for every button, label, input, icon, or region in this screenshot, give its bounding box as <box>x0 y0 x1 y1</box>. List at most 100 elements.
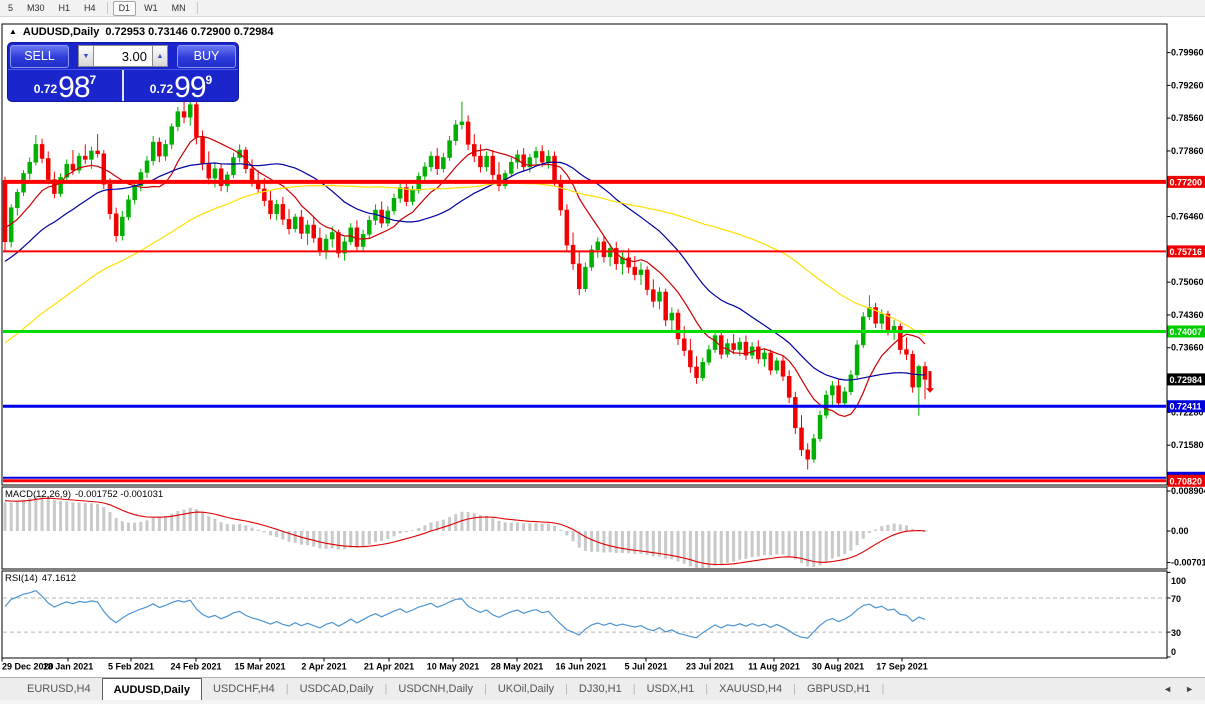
timeframe-button-d1[interactable]: D1 <box>113 1 137 16</box>
candle-body <box>194 105 198 138</box>
candle-body <box>800 428 804 450</box>
rsi-value: 47.1612 <box>42 573 76 584</box>
timeframe-button-mn[interactable]: MN <box>166 1 192 16</box>
candle-body <box>324 239 328 251</box>
volume-decrease-button[interactable]: ▼ <box>78 45 94 67</box>
timeframe-button-5[interactable]: 5 <box>2 1 19 16</box>
candle-body <box>676 313 680 339</box>
sell-button[interactable]: SELL <box>10 45 69 68</box>
volume-increase-button[interactable]: ▲ <box>152 45 168 67</box>
candle-body <box>170 127 174 145</box>
timeframe-button-m30[interactable]: M30 <box>21 1 51 16</box>
macd-bar <box>788 531 791 556</box>
chart-tab-eurusd-h4[interactable]: EURUSD,H4 <box>16 678 102 700</box>
timeframe-button-h4[interactable]: H4 <box>78 1 102 16</box>
macd-bar <box>47 497 50 531</box>
candle-body <box>207 163 211 178</box>
trade-panel-controls: SELL ▼ 3.00 ▲ BUY <box>8 43 238 69</box>
chevron-up-icon: ▲ <box>157 53 164 60</box>
chart-title: ▲ AUDUSD,Daily 0.72953 0.73146 0.72900 0… <box>9 26 274 38</box>
date-label: 5 Feb 2021 <box>108 662 154 672</box>
candle-body <box>837 386 841 403</box>
macd-bar <box>201 512 204 531</box>
macd-bar <box>226 524 229 531</box>
macd-tick-label: 0.00 <box>1171 526 1189 536</box>
time-axis: 29 Dec 202018 Jan 20215 Feb 202124 Feb 2… <box>2 658 928 672</box>
macd-bar <box>806 531 809 566</box>
collapse-triangle-icon[interactable]: ▲ <box>9 28 17 36</box>
candle-body <box>312 225 316 238</box>
macd-bar <box>121 521 124 531</box>
candle-body <box>145 161 149 173</box>
chart-tab-xauusd-h4[interactable]: XAUUSD,H4 <box>708 678 793 700</box>
chart-tab-usdcnh-daily[interactable]: USDCNH,Daily <box>387 678 484 700</box>
timeframe-button-h1[interactable]: H1 <box>53 1 77 16</box>
macd-bar <box>355 531 358 548</box>
macd-bar <box>837 531 840 557</box>
candle-body <box>201 137 205 163</box>
price-tick-label: 0.71580 <box>1171 440 1204 450</box>
macd-bar <box>78 502 81 531</box>
macd-bar <box>10 502 13 531</box>
price-tick-label: 0.79260 <box>1171 80 1204 90</box>
macd-bar <box>781 531 784 555</box>
macd-bar <box>331 531 334 548</box>
chart-tab-usdcad-daily[interactable]: USDCAD,Daily <box>289 678 385 700</box>
tabs-scroll-right-icon[interactable]: ► <box>1185 684 1194 694</box>
candle-body <box>904 350 908 355</box>
chart-tab-bar: EURUSD,H4AUDUSD,DailyUSDCHF,H4 | USDCAD,Da… <box>0 677 1205 700</box>
macd-bar <box>825 531 828 562</box>
macd-bar <box>831 531 834 559</box>
candle-body <box>293 217 297 229</box>
price-chart: 0.799600.792600.785600.778600.764600.750… <box>0 17 1205 677</box>
candle-body <box>596 242 600 250</box>
macd-bar <box>71 502 74 531</box>
candle-body <box>250 169 254 181</box>
candle-body <box>491 156 495 175</box>
macd-bar <box>763 531 766 555</box>
candle-body <box>590 250 594 267</box>
candle-body <box>454 125 458 141</box>
sell-price-big-digits: 98 <box>58 75 89 100</box>
tab-divider: | <box>882 678 885 700</box>
macd-bar <box>473 513 476 531</box>
chart-tab-dj30-h1[interactable]: DJ30,H1 <box>568 678 633 700</box>
candle-body <box>571 245 575 264</box>
candle-body <box>701 362 705 377</box>
macd-bar <box>22 500 25 531</box>
chart-tab-ukoil-daily[interactable]: UKOil,Daily <box>487 678 565 700</box>
candle-body <box>559 181 563 210</box>
chart-tab-usdchf-h4[interactable]: USDCHF,H4 <box>202 678 286 700</box>
candle-body <box>756 347 760 359</box>
chart-tab-usdx-h1[interactable]: USDX,H1 <box>636 678 706 700</box>
macd-bar <box>244 525 247 531</box>
sell-price-display[interactable]: 0.72 98 7 <box>8 70 122 101</box>
volume-stepper: ▼ 3.00 ▲ <box>69 45 177 67</box>
macd-bar <box>491 518 494 531</box>
macd-bar <box>16 502 19 531</box>
macd-bar <box>386 531 389 539</box>
candle-body <box>460 122 464 125</box>
macd-bar <box>849 531 852 551</box>
sell-price-pip-digit: 7 <box>90 73 97 87</box>
timeframe-button-w1[interactable]: W1 <box>138 1 164 16</box>
macd-bar <box>541 524 544 531</box>
chart-tab-audusd-daily[interactable]: AUDUSD,Daily <box>102 678 202 700</box>
candle-body <box>435 156 439 169</box>
tabs-scroll-left-icon[interactable]: ◄ <box>1163 684 1172 694</box>
volume-input[interactable]: 3.00 <box>94 45 152 67</box>
macd-bar <box>312 531 315 547</box>
candle-body <box>485 156 489 167</box>
buy-button[interactable]: BUY <box>177 45 236 68</box>
macd-bar <box>819 531 822 565</box>
macd-bar <box>108 512 111 531</box>
macd-bar <box>115 518 118 531</box>
candle-body <box>540 151 544 162</box>
candle-body <box>688 351 692 367</box>
date-label: 21 Apr 2021 <box>364 662 414 672</box>
buy-price-display[interactable]: 0.72 99 9 <box>122 70 238 101</box>
macd-bar <box>152 518 155 531</box>
buy-price-big-digits: 99 <box>174 75 205 100</box>
chart-tab-gbpusd-h1[interactable]: GBPUSD,H1 <box>796 678 882 700</box>
price-badge-label: 0.77200 <box>1170 177 1203 187</box>
